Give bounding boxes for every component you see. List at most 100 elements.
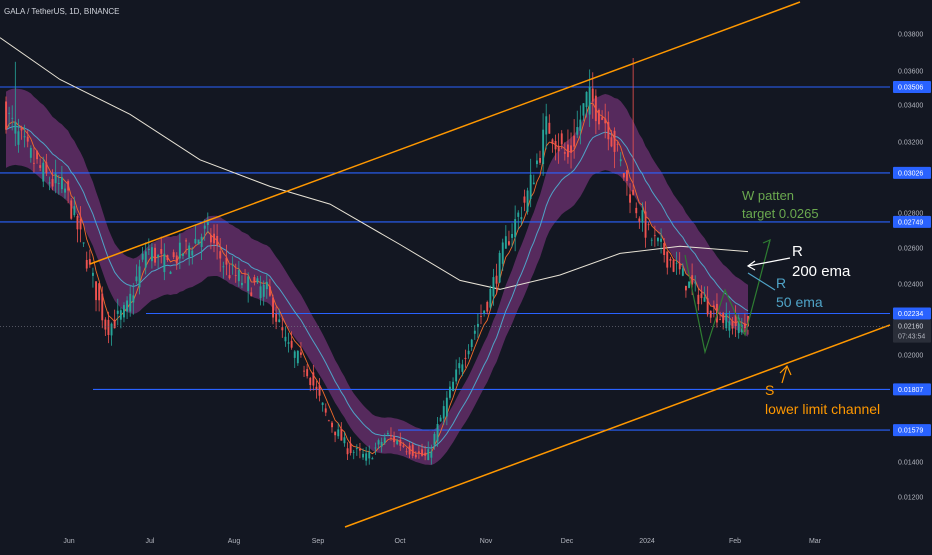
candle-body	[504, 236, 507, 249]
candle-body	[11, 117, 14, 119]
candle-body	[85, 260, 88, 269]
candle-body	[132, 295, 135, 303]
candle-body	[225, 257, 228, 265]
candle-body	[539, 158, 541, 163]
candle-body	[359, 449, 361, 451]
level-price-label: 0.03506	[898, 85, 923, 92]
candle-body	[399, 439, 402, 446]
price-tick-label: 0.02000	[898, 353, 923, 360]
candle-body	[610, 137, 613, 147]
chart-canvas[interactable]: W patten target 0.0265 R 200 ema R 50 ema Slow…	[0, 0, 932, 550]
candle-body	[182, 253, 184, 256]
candle-body	[61, 177, 63, 190]
candle-body	[147, 248, 150, 250]
candle-body	[722, 312, 725, 323]
candle-body	[669, 259, 672, 261]
candle-body	[8, 112, 11, 114]
candle-body	[433, 433, 436, 446]
candle-body	[228, 275, 231, 279]
candle-body	[582, 103, 585, 116]
candle-body	[408, 445, 411, 455]
candle-body	[95, 281, 97, 301]
candle-body	[33, 162, 35, 164]
candle-body	[334, 431, 337, 436]
candle-body	[160, 249, 163, 254]
candle-body	[14, 121, 17, 134]
candle-body	[641, 210, 644, 223]
candle-body	[57, 183, 60, 184]
candle-body	[374, 447, 377, 449]
candle-body	[495, 275, 498, 284]
candle-body	[383, 437, 386, 443]
candle-body	[346, 448, 349, 455]
candle-body	[265, 281, 268, 290]
price-tick-label: 0.01400	[898, 460, 923, 467]
candle-body	[141, 253, 144, 260]
candle-body	[331, 422, 333, 428]
candle-body	[588, 86, 591, 115]
candle-body	[635, 207, 638, 214]
candle-body	[36, 151, 38, 160]
candle-body	[64, 188, 66, 193]
candle-body	[492, 277, 495, 297]
candle-body	[206, 222, 209, 225]
candle-body	[526, 190, 529, 212]
candle-body	[731, 321, 734, 329]
candle-body	[725, 313, 728, 329]
candle-body	[79, 219, 82, 230]
candle-body	[563, 152, 566, 154]
candle-body	[604, 118, 607, 124]
candle-body	[430, 451, 433, 458]
candle-body	[222, 266, 225, 268]
candle-body	[349, 443, 352, 453]
chart-root[interactable]: W patten target 0.0265 R 200 ema R 50 ema Slow…	[0, 0, 932, 550]
level-price-label: 0.03026	[898, 170, 923, 177]
candle-body	[424, 452, 427, 456]
candle-body	[51, 179, 54, 187]
candle-body	[573, 135, 576, 147]
candle-body	[175, 255, 178, 264]
candle-body	[113, 320, 116, 329]
time-tick-label: Dec	[561, 538, 574, 545]
level-price-label: 0.01807	[898, 387, 923, 394]
candle-body	[119, 310, 122, 320]
candle-body	[467, 350, 470, 355]
candle-body	[483, 310, 486, 314]
candle-body	[551, 139, 554, 144]
candle-body	[256, 278, 259, 283]
candle-body	[548, 122, 551, 134]
candle-body	[20, 128, 23, 131]
candle-body	[445, 397, 448, 417]
annotation-blue-4: R	[776, 275, 786, 291]
candle-body	[362, 453, 364, 458]
candle-body	[458, 363, 461, 369]
candle-body	[508, 241, 510, 245]
candle-body	[371, 458, 374, 460]
candle-body	[318, 385, 321, 396]
candle-body	[545, 116, 548, 135]
annotation-blue-5: 50 ema	[776, 294, 823, 310]
candle-body	[442, 406, 445, 419]
candle-body	[685, 286, 687, 291]
candle-body	[216, 236, 219, 246]
candle-body	[368, 451, 371, 459]
candle-body	[666, 251, 669, 268]
candle-body	[101, 293, 104, 321]
candle-body	[436, 424, 439, 442]
candle-body	[594, 95, 597, 122]
price-tick-label: 0.02400	[898, 282, 923, 289]
time-tick-label: Jun	[63, 538, 74, 545]
candle-body	[5, 101, 7, 130]
candle-body	[619, 159, 622, 162]
candle-body	[54, 173, 57, 184]
candle-body	[681, 268, 684, 276]
candle-body	[151, 247, 153, 262]
candle-body	[616, 143, 619, 145]
annotation-white-2: R	[792, 243, 803, 260]
price-tick-label: 0.03200	[898, 140, 923, 147]
candle-body	[728, 321, 731, 331]
time-tick-label: Jul	[146, 538, 155, 545]
candle-body	[501, 242, 504, 264]
candle-body	[327, 420, 330, 422]
candle-body	[296, 350, 299, 364]
